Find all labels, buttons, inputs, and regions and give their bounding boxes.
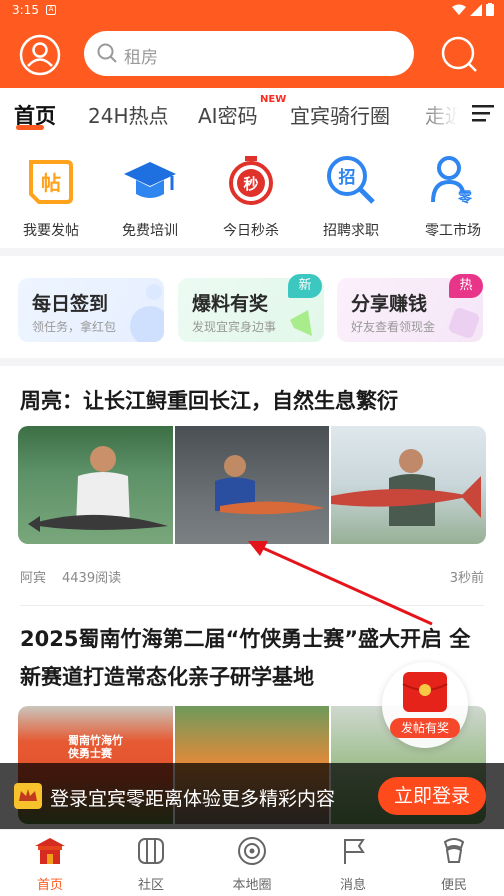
quick-links: 帖 我要发帖 免费培训 秒 今日秒杀 招 招聘求职 零 零工市场: [0, 140, 504, 246]
local-circle-icon: [238, 837, 266, 865]
section-divider: [0, 248, 504, 256]
quick-link-training[interactable]: 免费培训: [105, 152, 195, 240]
service-icon: [443, 838, 465, 863]
svg-text:零: 零: [457, 189, 473, 206]
home-gate-icon: [35, 838, 65, 864]
wifi-icon: [452, 4, 466, 15]
signal-icon: [470, 3, 482, 16]
post-icon: 帖: [29, 160, 73, 204]
promo-title: 每日签到: [32, 293, 109, 315]
quick-link-recruit[interactable]: 招 招聘求职: [306, 152, 396, 240]
login-banner-text: 登录宜宾零距离体验更多精彩内容: [50, 788, 336, 810]
megaphone-icon: [290, 310, 312, 336]
gig-worker-icon: 零: [431, 156, 473, 206]
crown-icon: [14, 783, 42, 809]
quick-link-label: 我要发帖: [23, 223, 79, 239]
tab-ai-password[interactable]: AI密码: [198, 100, 258, 129]
user-avatar-button[interactable]: [18, 33, 62, 77]
nav-label: 社区: [137, 878, 164, 893]
search-button[interactable]: [438, 33, 480, 75]
article-reads: 4439阅读: [62, 571, 122, 586]
article-image: [331, 426, 486, 544]
tab-fade: [410, 90, 470, 136]
article-images[interactable]: [18, 426, 486, 544]
floating-post-reward[interactable]: 发帖有奖: [382, 662, 468, 748]
svg-text:秒: 秒: [243, 175, 258, 193]
search-bar[interactable]: 租房: [84, 31, 414, 76]
quick-link-label: 零工市场: [425, 223, 481, 239]
login-button[interactable]: 立即登录: [378, 777, 486, 815]
app-screen: 3:15 A 租房 首页 24H热点 AI密码 NEW 宜宾骑行圈 帖 我要发帖…: [0, 0, 504, 896]
quick-link-label: 免费培训: [122, 223, 178, 239]
status-time: 3:15: [12, 3, 39, 17]
nav-label: 本地圈: [232, 878, 272, 893]
community-icon: [138, 838, 164, 864]
promo-report[interactable]: 爆料有奖 发现宜宾身边事 新: [178, 274, 324, 342]
status-icons: [452, 3, 494, 16]
svg-text:招: 招: [339, 167, 356, 188]
quick-link-gig-market[interactable]: 零 零工市场: [408, 152, 498, 240]
nav-label: 便民: [440, 878, 467, 893]
status-bar: 3:15 A: [0, 0, 504, 22]
promo-share-earn[interactable]: 分享赚钱 好友查看领现金 热: [337, 274, 483, 342]
photo-person-with-fish: [28, 446, 168, 532]
promo-subtitle: 好友查看领现金: [351, 320, 436, 334]
flash-sale-clock-icon: 秒: [229, 156, 273, 205]
article-title-line: 2025蜀南竹海第二届“竹侠勇士赛”盛大开启 全: [20, 627, 471, 651]
notification-a-icon: A: [46, 5, 56, 15]
nav-item-messages[interactable]: 消息: [313, 836, 393, 893]
nav-item-local-circle[interactable]: 本地圈: [212, 836, 292, 893]
graduation-cap-icon: [124, 162, 176, 198]
quick-link-post[interactable]: 帖 我要发帖: [6, 152, 96, 240]
promo-decoration: [146, 284, 162, 300]
nav-item-community[interactable]: 社区: [111, 836, 191, 893]
new-badge: 新: [288, 274, 322, 298]
section-divider: [0, 358, 504, 366]
quick-link-label: 招聘求职: [323, 223, 379, 239]
new-badge: NEW: [260, 94, 287, 105]
channel-tabs: 首页 24H热点 AI密码 NEW 宜宾骑行圈 走近: [0, 90, 504, 136]
photo-person-with-sturgeon: [214, 455, 325, 515]
promo-subtitle: 领任务，拿红包: [32, 320, 117, 334]
annotation-arrow: [248, 541, 433, 626]
svg-text:帖: 帖: [41, 171, 61, 195]
message-flag-icon: [344, 839, 365, 864]
battery-icon: [486, 3, 494, 16]
promo-title: 爆料有奖: [192, 293, 269, 315]
menu-icon[interactable]: [472, 104, 494, 122]
nav-label: 消息: [339, 878, 366, 893]
promo-decoration: [447, 306, 481, 340]
banner-text: 蜀南竹海竹侠勇士赛: [68, 734, 123, 760]
promo-title: 分享赚钱: [351, 293, 428, 315]
article-time: 3秒前: [449, 571, 484, 586]
user-icon: [19, 34, 61, 76]
article-image: [18, 426, 173, 544]
bottom-nav: 首页 社区 本地圈 消息 便民: [0, 829, 504, 896]
article-title[interactable]: 周亮：让长江鲟重回长江，自然生息繁衍: [20, 382, 398, 420]
search-icon: [97, 43, 117, 63]
quick-link-label: 今日秒杀: [223, 223, 279, 239]
nav-label: 首页: [36, 878, 63, 893]
hot-badge: 热: [449, 274, 483, 298]
tab-24h-hot[interactable]: 24H热点: [88, 100, 169, 129]
search-placeholder: 租房: [124, 48, 158, 68]
promo-decoration: [130, 306, 164, 342]
quick-link-flash-sale[interactable]: 秒 今日秒杀: [206, 152, 296, 240]
login-banner: 登录宜宾零距离体验更多精彩内容 立即登录: [0, 763, 504, 829]
red-packet-icon: [402, 672, 448, 712]
nav-item-services[interactable]: 便民: [414, 836, 494, 893]
search-icon: [441, 36, 477, 72]
floating-label: 发帖有奖: [390, 718, 460, 738]
article-image: [174, 426, 330, 544]
recruit-search-icon: 招: [327, 156, 375, 204]
photo-person-with-red-fish: [331, 449, 482, 526]
tab-cycling-circle[interactable]: 宜宾骑行圈: [290, 100, 390, 129]
promo-subtitle: 发现宜宾身边事: [192, 320, 277, 334]
promo-daily-checkin[interactable]: 每日签到 领任务，拿红包: [18, 278, 164, 342]
nav-item-home[interactable]: 首页: [10, 836, 90, 893]
active-tab-indicator: [16, 125, 44, 130]
article-author: 阿宾: [20, 571, 47, 586]
